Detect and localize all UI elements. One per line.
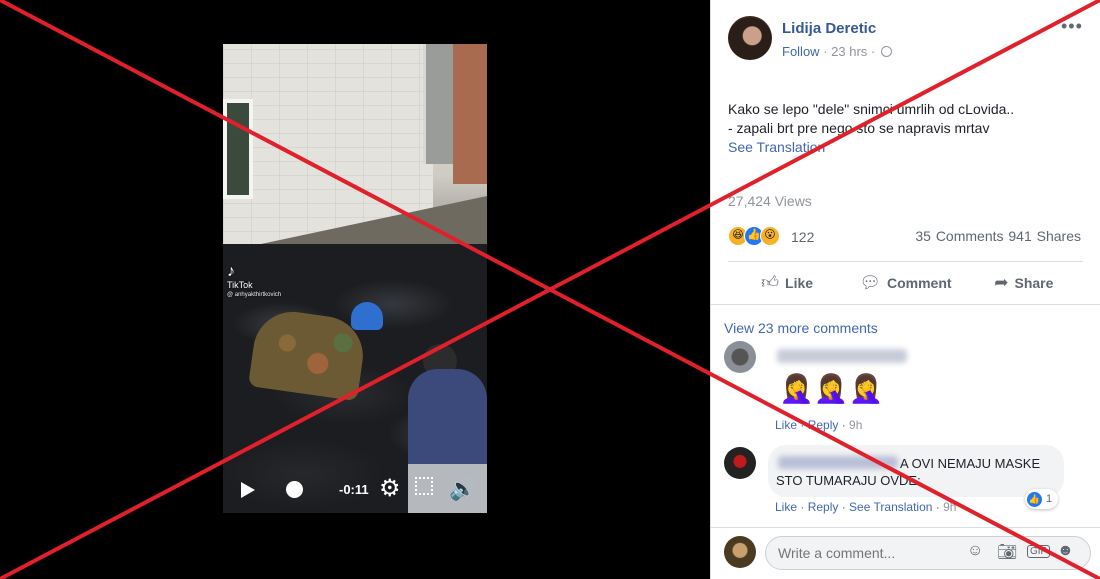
comment-see-translation-link[interactable]: See Translation — [849, 500, 932, 514]
camera-icon[interactable]: 📷︎ — [997, 542, 1017, 562]
divider — [711, 304, 1100, 305]
comment-share-counts[interactable]: 35 Comments 941 Shares — [915, 228, 1081, 244]
video-player[interactable]: ♪ TikTok @ anhyakthirtkovich -0:11 ⚙ 🔊 — [223, 44, 487, 513]
share-icon: ➦ — [994, 272, 1009, 292]
tiktok-watermark: ♪ TikTok @ anhyakthirtkovich — [227, 264, 281, 300]
tiktok-icon: ♪ — [227, 263, 235, 280]
comment-reply-link[interactable]: Reply — [808, 418, 839, 432]
more-options-icon[interactable]: ••• — [1061, 16, 1083, 37]
sticker-icon[interactable]: ☻ — [1057, 542, 1074, 560]
author-name[interactable]: Lidija Deretic — [782, 20, 876, 37]
commenter-avatar[interactable] — [724, 341, 756, 373]
like-label: Like — [785, 274, 814, 291]
worker-blue-cap — [351, 302, 383, 330]
gear-icon[interactable]: ⚙ — [379, 475, 401, 503]
like-button[interactable]: 👍︎ Like — [728, 262, 846, 303]
post-text-line2: - zapali brt pre nego sto se napravis mr… — [728, 120, 990, 136]
tiktok-label: TikTok — [227, 280, 253, 290]
reaction-icons[interactable]: 😆 👍 😮 — [728, 226, 780, 246]
comment-reply-link[interactable]: Reply — [808, 500, 839, 514]
globe-icon — [880, 46, 892, 57]
comment-like-count: 1 — [1046, 493, 1053, 505]
comment-time[interactable]: 9h — [849, 418, 862, 432]
play-icon[interactable] — [241, 482, 255, 498]
see-translation-link[interactable]: See Translation — [728, 139, 825, 155]
volume-icon[interactable]: 🔊 — [449, 475, 476, 503]
time-remaining: -0:11 — [339, 482, 369, 497]
gif-icon[interactable]: GIF — [1027, 545, 1050, 558]
post-text: Kako se lepo "dele" snimci umrlih od cLo… — [728, 100, 1014, 138]
emoji-icon[interactable]: ☺ — [967, 542, 983, 560]
video-controls: -0:11 ⚙ 🔊 — [223, 472, 487, 508]
like-icon: 👍︎ — [761, 273, 780, 292]
comment-text: A OVI NEMAJU MASKE STO TUMARAJU OVDE: — [776, 456, 1041, 488]
post-actions-bar: 👍︎ Like 💬︎ Comment ➦ Share — [728, 261, 1083, 303]
author-avatar[interactable] — [728, 16, 772, 60]
share-label: Share — [1014, 274, 1054, 291]
view-more-comments-link[interactable]: View 23 more comments — [724, 320, 878, 336]
brick-wall — [453, 44, 487, 184]
share-button[interactable]: ➦ Share — [965, 262, 1083, 303]
comment-icon: 💬︎ — [859, 272, 881, 292]
post-meta: Follow · 23 hrs · — [782, 44, 892, 59]
commenter-avatar[interactable] — [724, 447, 756, 479]
comment-like-link[interactable]: Like — [775, 500, 797, 514]
comment-label: Comment — [887, 274, 952, 291]
post-timestamp[interactable]: 23 hrs — [831, 44, 867, 59]
post-text-line1: Kako se lepo "dele" snimci umrlih od cLo… — [728, 101, 1015, 117]
reaction-count[interactable]: 122 — [791, 229, 814, 245]
building-window — [223, 99, 253, 199]
view-count: 27,424 Views — [728, 193, 812, 209]
comment-emojis: 🤦‍♀️🤦‍♀️🤦‍♀️ — [779, 373, 884, 404]
commenter-name-blurred[interactable] — [777, 349, 907, 363]
comment-like-badge[interactable]: 👍 1 — [1025, 489, 1059, 509]
current-user-avatar — [724, 536, 756, 568]
fullscreen-icon[interactable] — [415, 477, 433, 495]
facebook-post-panel: Lidija Deretic Follow · 23 hrs · ••• Kak… — [710, 0, 1100, 579]
follow-link[interactable]: Follow — [782, 44, 820, 59]
write-comment-bar: ☺ 📷︎ GIF ☻ — [711, 527, 1100, 579]
comment-actions: Like · Reply · See Translation · 9h — [775, 500, 957, 514]
building-door — [423, 44, 453, 164]
comment-actions: Like · Reply · 9h — [775, 418, 863, 432]
meta-separator: · — [870, 44, 879, 59]
comment-like-link[interactable]: Like — [775, 418, 797, 432]
comment-time[interactable]: 9h — [943, 500, 956, 514]
scrub-handle[interactable] — [286, 481, 303, 498]
comment-button[interactable]: 💬︎ Comment — [846, 262, 964, 303]
like-badge-icon: 👍 — [1027, 491, 1042, 507]
worker-blue-jacket — [408, 369, 487, 469]
meta-separator: · — [823, 44, 832, 59]
wow-icon: 😮 — [760, 226, 780, 246]
tiktok-handle: @ anhyakthirtkovich — [227, 292, 282, 298]
